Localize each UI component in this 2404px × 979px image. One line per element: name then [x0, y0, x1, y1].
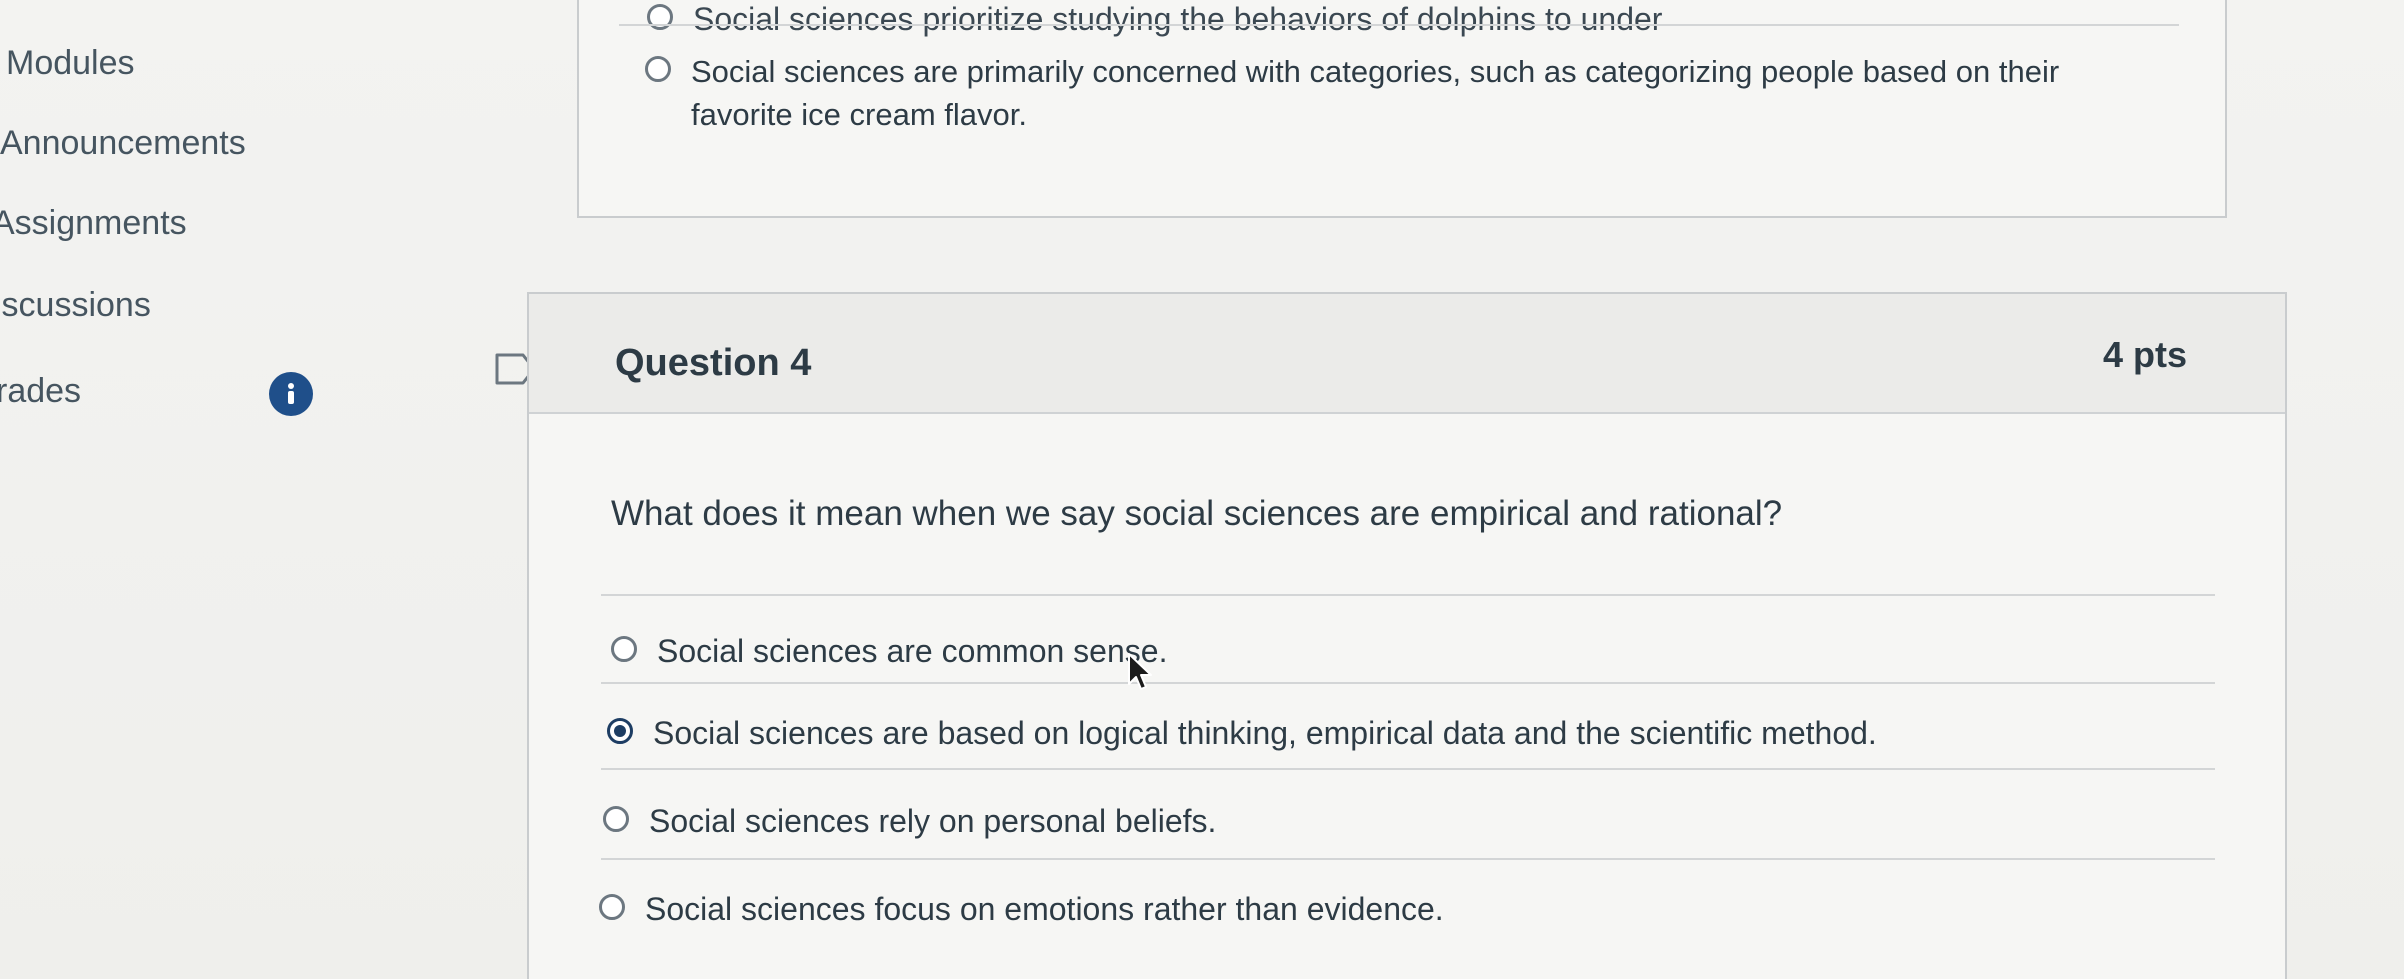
- nav-item-discussions[interactable]: iscussions: [0, 286, 151, 325]
- answer-option-3[interactable]: Social sciences rely on personal beliefs…: [603, 800, 1216, 843]
- radio-button-selected[interactable]: [607, 718, 633, 744]
- previous-answer-option[interactable]: Social sciences are primarily concerned …: [645, 50, 2125, 137]
- question-title: Question 4: [615, 342, 812, 384]
- answer-option-1[interactable]: Social sciences are common sense.: [611, 630, 1167, 673]
- answer-label: Social sciences are based on logical thi…: [653, 715, 1877, 751]
- answer-label: Social sciences focus on emotions rather…: [645, 891, 1444, 927]
- answer-label: Social sciences prioritize studying the …: [693, 1, 1663, 37]
- radio-button[interactable]: [603, 806, 629, 832]
- answer-label: Social sciences are common sense.: [657, 633, 1168, 669]
- info-glyph: [288, 383, 294, 404]
- info-icon: [269, 372, 313, 416]
- answer-option-4[interactable]: Social sciences focus on emotions rather…: [599, 888, 1444, 931]
- answer-divider: [601, 858, 2215, 860]
- question-points: 4 pts: [2102, 334, 2187, 375]
- question-header: Question 4 4 pts: [529, 294, 2285, 414]
- radio-button[interactable]: [647, 4, 673, 30]
- answer-option-2[interactable]: Social sciences are based on logical thi…: [607, 712, 1877, 755]
- question-card: Question 4 4 pts What does it mean when …: [527, 292, 2287, 979]
- answer-label: Social sciences rely on personal beliefs…: [649, 803, 1217, 839]
- previous-answer-option[interactable]: Social sciences prioritize studying the …: [647, 0, 1662, 41]
- previous-question-card: Social sciences prioritize studying the …: [577, 0, 2227, 218]
- quiz-page: Modules Announcements Assignments iscuss…: [0, 0, 2404, 979]
- radio-button[interactable]: [645, 56, 671, 82]
- answer-divider: [601, 682, 2215, 684]
- question-divider: [601, 594, 2215, 596]
- nav-item-grades[interactable]: rades: [0, 372, 81, 411]
- question-text: What does it mean when we say social sci…: [611, 494, 1783, 533]
- course-navigation: Modules Announcements Assignments iscuss…: [0, 0, 440, 979]
- radio-button[interactable]: [611, 636, 637, 662]
- answer-label: Social sciences are primarily concerned …: [691, 54, 2060, 133]
- nav-item-modules[interactable]: Modules: [6, 44, 135, 83]
- radio-button[interactable]: [599, 894, 625, 920]
- answer-divider: [601, 768, 2215, 770]
- answer-divider: [619, 24, 2179, 26]
- nav-item-assignments[interactable]: Assignments: [0, 204, 187, 243]
- nav-item-announcements[interactable]: Announcements: [0, 124, 246, 163]
- mouse-cursor-icon: [1128, 653, 1152, 690]
